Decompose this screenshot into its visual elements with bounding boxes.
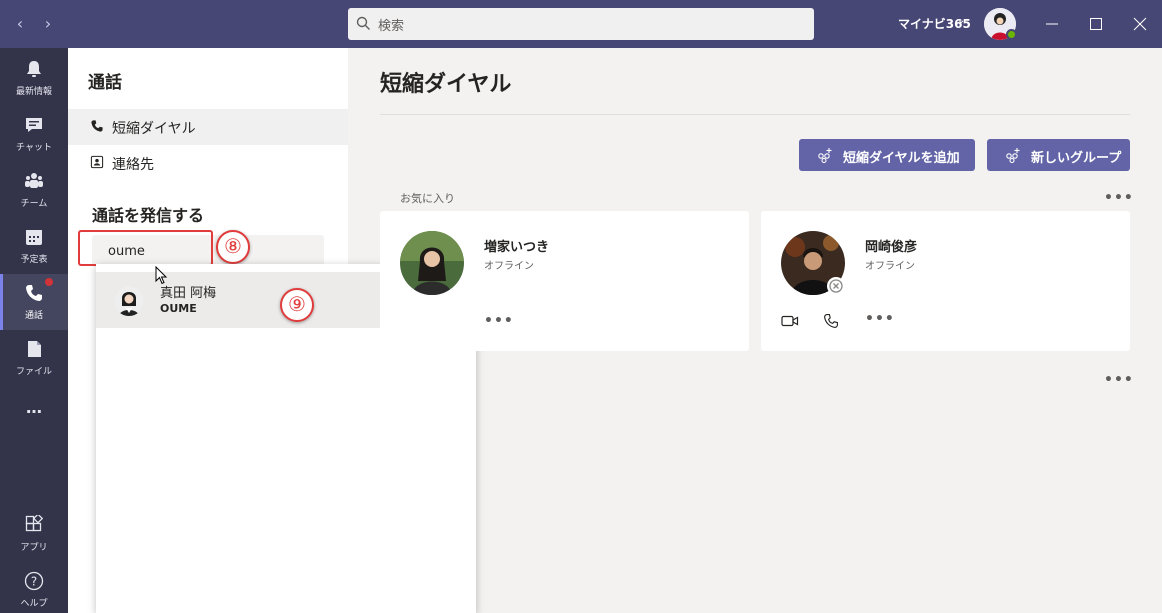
panel-title: 通話	[88, 73, 122, 93]
calendar-icon	[26, 230, 42, 245]
chat-icon	[26, 118, 42, 132]
apps-icon	[25, 515, 44, 532]
nav-label: 短縮ダイヤル	[112, 121, 196, 137]
chevron-down-icon[interactable]: ⌄	[957, 15, 965, 26]
audio-call-icon[interactable]	[823, 313, 839, 329]
contact-name: 岡崎俊彦	[865, 240, 918, 255]
search-bar[interactable]: 検索	[348, 8, 814, 40]
available-status-icon	[1006, 29, 1017, 40]
rail-item-files[interactable]: ファイル	[0, 330, 68, 386]
contact-name: 増家いつき	[484, 240, 550, 255]
contact-card-icon	[90, 155, 104, 169]
maximize-icon[interactable]	[1086, 14, 1106, 34]
rail-label: チーム	[20, 199, 48, 209]
input-highlight-frame	[78, 230, 213, 266]
add-speed-dial-button[interactable]: 短縮ダイヤルを追加	[799, 139, 975, 171]
svg-text:?: ?	[31, 575, 37, 589]
rail-item-apps[interactable]: アプリ	[0, 506, 68, 562]
rail-label: 通話	[24, 311, 43, 321]
contact-card[interactable]: 岡崎俊彦 オフライン •••	[761, 211, 1130, 351]
offline-status-icon	[827, 277, 845, 295]
nav-label: 連絡先	[112, 157, 154, 173]
rail-label: チャット	[16, 143, 52, 153]
avatar	[114, 286, 144, 316]
bell-icon	[27, 61, 41, 77]
button-label: 短縮ダイヤルを追加	[843, 151, 960, 166]
rail-label: 最新情報	[15, 87, 52, 97]
file-icon	[28, 341, 41, 357]
minimize-icon[interactable]	[1042, 14, 1062, 34]
rail-item-chat[interactable]: チャット	[0, 106, 68, 162]
rail-label: ファイル	[15, 367, 52, 377]
rail-item-more[interactable]: …	[0, 386, 68, 442]
favorites-label: お気に入り	[400, 192, 455, 205]
make-call-title: 通話を発信する	[92, 206, 205, 225]
phone-icon	[91, 120, 103, 132]
rail-item-calls[interactable]: 通話	[0, 274, 68, 330]
rail-label: 予定表	[20, 255, 48, 265]
favorites-more-icon[interactable]: •••	[1104, 190, 1134, 206]
card-more-icon[interactable]: •••	[865, 311, 895, 327]
section-more-icon[interactable]: •••	[1104, 372, 1134, 388]
video-call-icon[interactable]	[781, 313, 799, 329]
add-person-icon	[818, 148, 832, 163]
rail-label: ヘルプ	[20, 599, 48, 609]
divider	[380, 114, 1130, 115]
page-title: 短縮ダイヤル	[380, 72, 512, 97]
rail-item-teams[interactable]: チーム	[0, 162, 68, 218]
teams-icon	[25, 173, 43, 188]
help-icon: ?	[24, 571, 44, 591]
phone-icon	[26, 285, 42, 301]
nav-speed-dial[interactable]: 短縮ダイヤル	[68, 109, 348, 145]
search-icon	[356, 16, 370, 30]
contact-status: オフライン	[484, 261, 534, 272]
notification-dot	[45, 278, 53, 286]
rail-label: アプリ	[20, 543, 48, 553]
search-placeholder: 検索	[378, 19, 405, 34]
mouse-cursor-icon	[155, 266, 168, 285]
rail-item-activity[interactable]: 最新情報	[0, 50, 68, 106]
avatar	[400, 231, 464, 295]
card-more-icon[interactable]: •••	[484, 313, 514, 329]
add-group-icon	[1006, 148, 1020, 163]
title-bar: ‹ › 検索 マイナビ365 ⌄	[0, 0, 1162, 48]
contact-card[interactable]: 増家いつき オフライン •••	[380, 211, 749, 351]
rail-item-help[interactable]: ? ヘルプ	[0, 562, 68, 613]
button-label: 新しいグループ	[1031, 151, 1122, 166]
suggestion-alias: OUME	[160, 302, 197, 315]
rail-item-calendar[interactable]: 予定表	[0, 218, 68, 274]
step-badge-8: ⑧	[216, 230, 250, 264]
back-arrow-icon[interactable]: ‹	[12, 14, 28, 34]
contact-status: オフライン	[865, 261, 915, 272]
close-icon[interactable]	[1130, 14, 1150, 34]
app-rail: 最新情報 チャット チーム 予定表 通話 ファイル … アプリ ? ヘルプ	[0, 48, 68, 613]
forward-arrow-icon[interactable]: ›	[40, 14, 56, 34]
new-group-button[interactable]: 新しいグループ	[987, 139, 1130, 171]
nav-contacts[interactable]: 連絡先	[68, 145, 348, 181]
more-icon: …	[26, 398, 42, 417]
step-badge-9: ⑨	[280, 288, 314, 322]
